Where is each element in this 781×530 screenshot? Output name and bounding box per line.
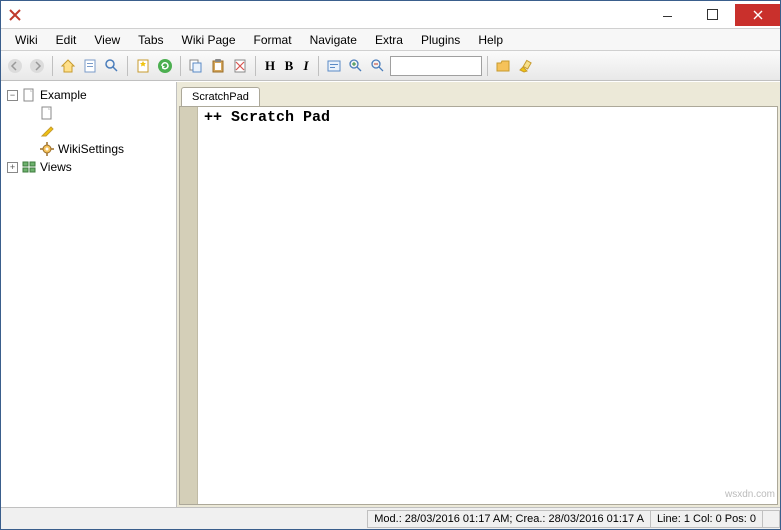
main-area: ScratchPad ++ Scratch Pad (177, 82, 780, 507)
link-button[interactable] (324, 56, 344, 76)
separator (487, 56, 488, 76)
menu-extra[interactable]: Extra (367, 31, 411, 49)
menu-wiki[interactable]: Wiki (7, 31, 46, 49)
tree-node-scratchpad[interactable] (3, 122, 174, 140)
folder-button[interactable] (493, 56, 513, 76)
home-button[interactable] (58, 56, 78, 76)
bold-button[interactable]: B (281, 56, 297, 76)
separator (255, 56, 256, 76)
menu-format[interactable]: Format (246, 31, 300, 49)
back-button[interactable] (5, 56, 25, 76)
tree-panel: − Example WikiSettings + (1, 82, 177, 507)
spacer (25, 144, 36, 155)
page-icon (39, 105, 55, 121)
titlebar (1, 1, 780, 29)
tree-node-wikisettings[interactable]: WikiSettings (3, 140, 174, 158)
highlight-button[interactable] (515, 56, 535, 76)
italic-button[interactable]: I (299, 56, 313, 76)
menu-help[interactable]: Help (470, 31, 511, 49)
editor-wrap: ++ Scratch Pad (179, 106, 778, 505)
status-position: Line: 1 Col: 0 Pos: 0 (650, 510, 763, 528)
maximize-button[interactable] (690, 4, 735, 26)
separator (180, 56, 181, 76)
search-input[interactable] (390, 56, 482, 76)
editor-textarea[interactable]: ++ Scratch Pad (198, 107, 777, 504)
statusbar: Mod.: 28/03/2016 01:17 AM; Crea.: 28/03/… (1, 507, 780, 529)
bookmark-button[interactable] (133, 56, 153, 76)
page-icon-button[interactable] (80, 56, 100, 76)
tree-node-views[interactable]: + Views (3, 158, 174, 176)
tab-scratchpad[interactable]: ScratchPad (181, 87, 260, 106)
menu-edit[interactable]: Edit (48, 31, 85, 49)
cut-button[interactable] (230, 56, 250, 76)
pencil-icon (39, 123, 55, 139)
zoom-in-button[interactable] (346, 56, 366, 76)
copy-button[interactable] (186, 56, 206, 76)
expand-icon[interactable]: + (7, 162, 18, 173)
zoom-out-button[interactable] (368, 56, 388, 76)
heading-button[interactable]: H (261, 56, 279, 76)
watermark: wsxdn.com (725, 489, 775, 500)
status-grip (762, 510, 780, 528)
status-modified: Mod.: 28/03/2016 01:17 AM; Crea.: 28/03/… (367, 510, 651, 528)
spacer (25, 126, 36, 137)
toolbar: H B I (1, 51, 780, 81)
tab-row: ScratchPad (179, 84, 778, 106)
separator (52, 56, 53, 76)
menu-view[interactable]: View (86, 31, 128, 49)
page-icon (21, 87, 37, 103)
forward-button[interactable] (27, 56, 47, 76)
collapse-icon[interactable]: − (7, 90, 18, 101)
tree-node-example[interactable]: − Example (3, 86, 174, 104)
menu-plugins[interactable]: Plugins (413, 31, 468, 49)
menu-tabs[interactable]: Tabs (130, 31, 171, 49)
editor-gutter (180, 107, 198, 504)
views-icon (21, 159, 37, 175)
tree-label: Example (40, 88, 87, 102)
separator (127, 56, 128, 76)
close-button[interactable] (735, 4, 780, 26)
app-icon (7, 7, 23, 23)
refresh-button[interactable] (155, 56, 175, 76)
tree-label: WikiSettings (58, 142, 124, 156)
paste-button[interactable] (208, 56, 228, 76)
tree-label: Views (40, 160, 72, 174)
menu-navigate[interactable]: Navigate (302, 31, 365, 49)
tree-node-blank-page[interactable] (3, 104, 174, 122)
search-button[interactable] (102, 56, 122, 76)
minimize-button[interactable] (645, 4, 690, 26)
separator (318, 56, 319, 76)
menubar: Wiki Edit View Tabs Wiki Page Format Nav… (1, 29, 780, 51)
menu-wiki-page[interactable]: Wiki Page (174, 31, 244, 49)
gear-icon (39, 141, 55, 157)
spacer (25, 108, 36, 119)
